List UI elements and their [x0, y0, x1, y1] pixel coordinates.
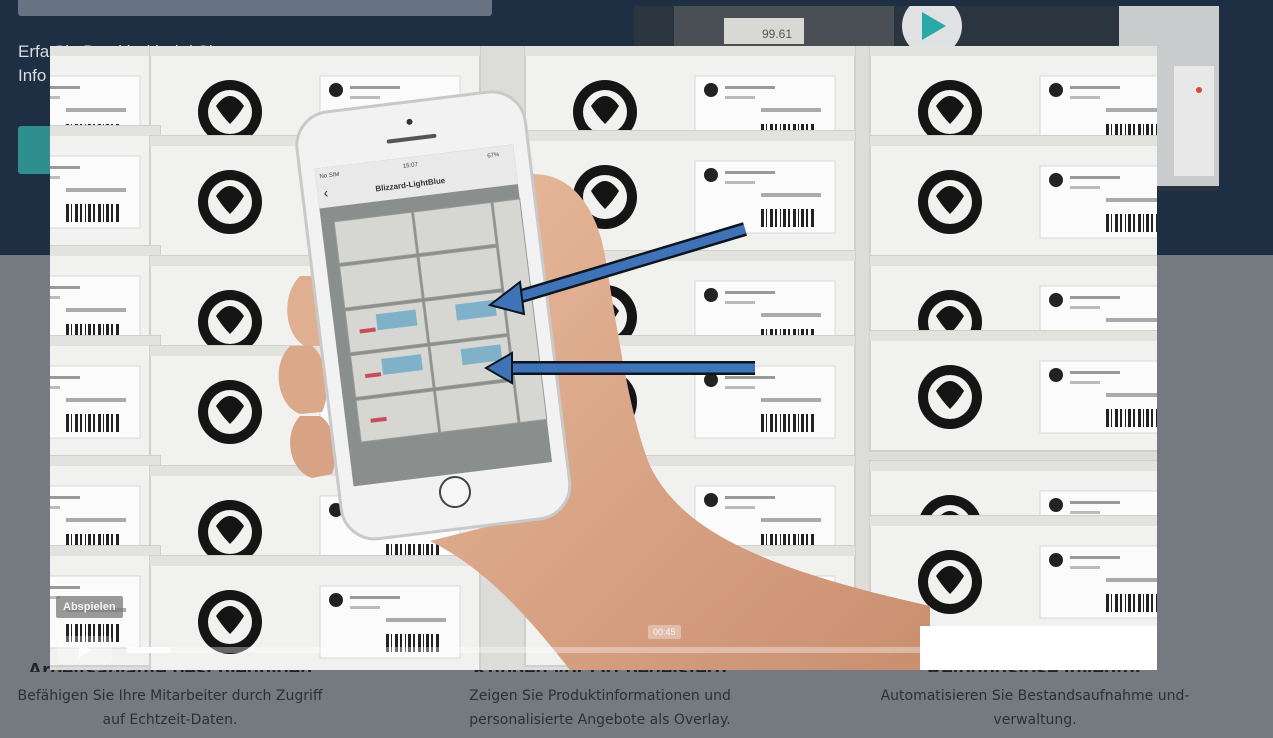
time-bubble: 00:45	[648, 625, 681, 639]
feature-description: Automatisieren Sie Bestandsaufnahme und-…	[880, 688, 1190, 728]
feature-description: Befähigen Sie Ihre Mitarbeiter durch Zug…	[17, 688, 323, 728]
video-frame: No SIM 15:07 67% ‹ Blizzard-LightBlue	[50, 46, 1157, 670]
hero-search-bar[interactable]	[18, 0, 492, 16]
feature-column-3: Reibungslose Inventur Automatisieren Sie…	[860, 660, 1210, 732]
bg-price-text: 99.61	[762, 27, 792, 41]
play-tooltip: Abspielen	[56, 596, 123, 618]
volume-icon[interactable]: 🔊︎	[1037, 640, 1057, 660]
progress-fill	[126, 647, 171, 653]
play-button[interactable]	[58, 636, 112, 664]
video-player[interactable]: No SIM 15:07 67% ‹ Blizzard-LightBlue Ab…	[50, 46, 1157, 670]
fullscreen-icon[interactable]: ⛶	[1121, 640, 1141, 660]
progress-bar[interactable]: 00:45	[126, 625, 1026, 653]
video-controls: 00:45 🔊︎ ⚙ ▣ ⛶	[50, 625, 1157, 670]
picture-in-picture-icon[interactable]: ▣	[1093, 640, 1113, 660]
feature-column-1: Arbeitsabläufe beschleunigen Befähigen S…	[0, 660, 340, 732]
feature-column-2: Kunden vor Ort begeistern Zeigen Sie Pro…	[450, 660, 750, 732]
play-icon	[79, 642, 91, 658]
gear-icon[interactable]: ⚙	[1065, 640, 1085, 660]
feature-description: Zeigen Sie Produktinformationen und perso…	[469, 688, 731, 728]
